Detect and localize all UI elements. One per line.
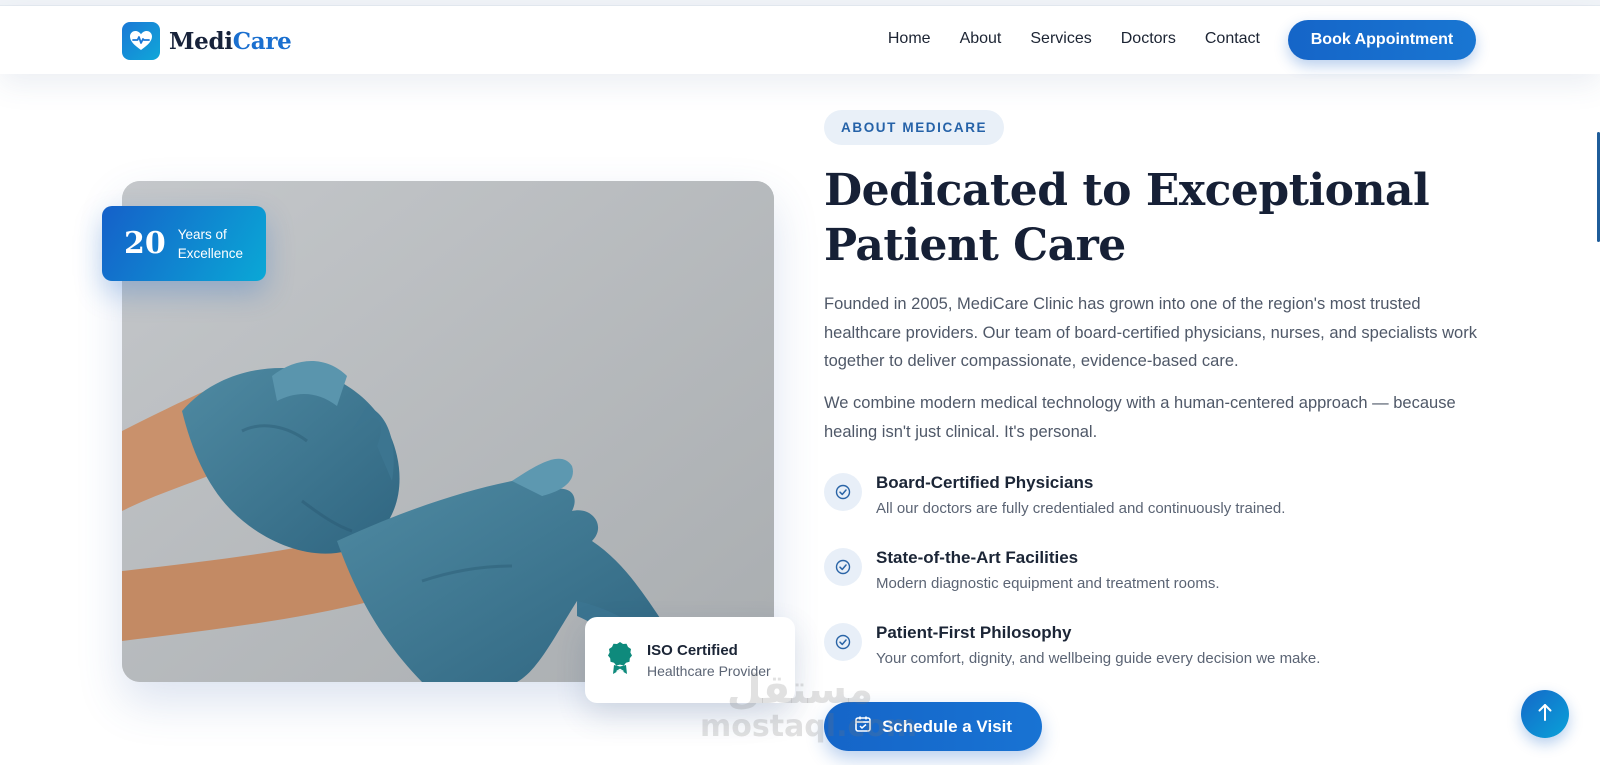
years-number: 20 [124,226,166,261]
check-circle-icon [824,623,862,661]
calendar-check-icon [854,715,872,738]
schedule-visit-label: Schedule a Visit [881,716,1013,736]
brand-name: MediCare [169,27,292,55]
feature-desc: Your comfort, dignity, and wellbeing gui… [876,650,1321,667]
section-heading: Dedicated to Exceptional Patient Care [824,165,1430,271]
intro-paragraph-1: Founded in 2005, MediCare Clinic has gro… [824,295,1477,370]
years-label: Years of Excellence [177,226,244,261]
book-appointment-button[interactable]: Book Appointment [1288,20,1476,60]
award-ribbon-icon [607,641,633,680]
schedule-visit-button[interactable]: Schedule a Visit [824,702,1042,751]
brand-logo[interactable]: MediCare [122,22,292,60]
iso-title: ISO Certified [647,641,738,659]
iso-subtitle: Healthcare Provider [647,662,771,679]
feature-list: Board-Certified Physicians All our docto… [824,471,1524,696]
feature-item: State-of-the-Art Facilities Modern diagn… [824,546,1524,621]
nav-home[interactable]: Home [888,30,931,48]
nav-contact[interactable]: Contact [1205,30,1260,48]
nav-about[interactable]: About [960,30,1002,48]
section-eyebrow: ABOUT MEDICARE [824,110,1005,145]
years-excellence-badge: 20 Years of Excellence [102,206,266,281]
feature-item: Patient-First Philosophy Your comfort, d… [824,621,1524,696]
check-circle-icon [824,473,862,511]
site-header: MediCare Home About Services Doctors Con… [0,6,1600,74]
feature-title: State-of-the-Art Facilities [876,548,1079,567]
feature-item: Board-Certified Physicians All our docto… [824,471,1524,546]
feature-title: Patient-First Philosophy [876,623,1072,642]
scroll-to-top-button[interactable] [1521,690,1569,738]
iso-certified-card: ISO Certified Healthcare Provider [585,617,795,703]
nav-services[interactable]: Services [1030,30,1091,48]
arrow-up-icon [1536,702,1554,727]
check-circle-icon [824,548,862,586]
intro-paragraph-2: We combine modern medical technology wit… [824,394,1456,441]
nav-doctors[interactable]: Doctors [1121,30,1176,48]
feature-desc: All our doctors are fully credentialed a… [876,500,1286,517]
feature-desc: Modern diagnostic equipment and treatmen… [876,575,1220,592]
feature-title: Board-Certified Physicians [876,473,1094,492]
main-nav: Home About Services Doctors Contact [888,30,1260,48]
heart-pulse-icon [122,22,160,60]
